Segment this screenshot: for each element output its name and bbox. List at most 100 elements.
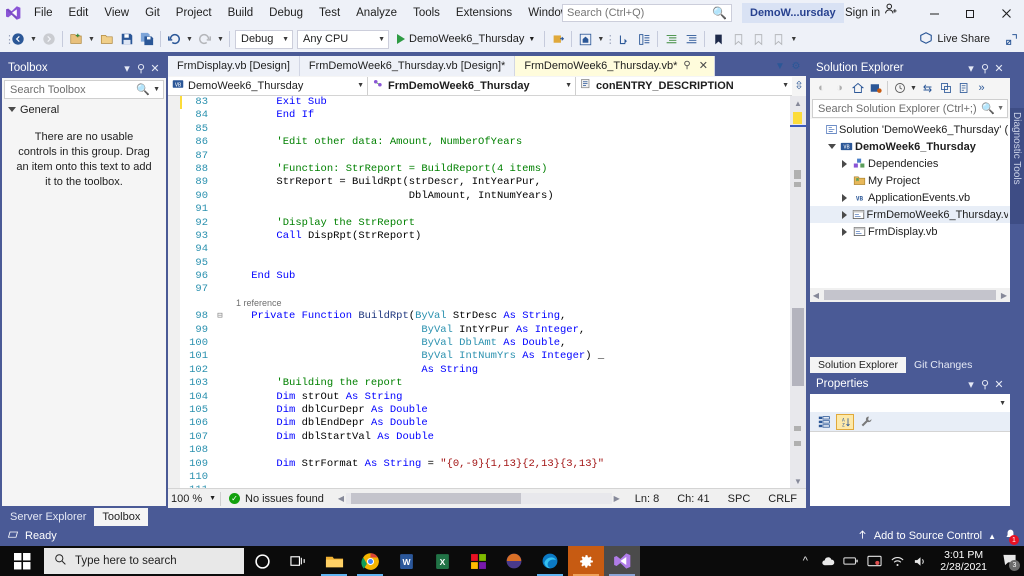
tree-item[interactable]: My Project: [810, 172, 1010, 189]
triangle-right-icon[interactable]: [838, 193, 851, 202]
close-icon[interactable]: ✕: [697, 56, 710, 76]
alphabetical-icon[interactable]: AZ: [836, 413, 854, 430]
solution-horizontal-scrollbar[interactable]: ◀ ▶: [810, 288, 1010, 302]
forward-icon[interactable]: ◑: [831, 80, 848, 97]
taskbar-chrome-icon[interactable]: [352, 546, 388, 576]
code-line[interactable]: 92 'Display the StrReport: [168, 217, 604, 230]
solution-explorer-search-input[interactable]: Search Solution Explorer (Ctrl+;) 🔍 ▼: [812, 99, 1008, 118]
dock-tab-solution-explorer[interactable]: Solution Explorer: [810, 357, 906, 373]
pending-changes-icon[interactable]: [867, 80, 884, 97]
code-line[interactable]: 93 Call DispRpt(StrReport): [168, 230, 604, 243]
code-line[interactable]: 90 DblAmount, IntNumYears): [168, 190, 604, 203]
pin-icon[interactable]: ⚲: [978, 378, 992, 391]
code-line[interactable]: 83 Exit Sub: [168, 96, 604, 109]
platform-combo[interactable]: Any CPU ▼: [297, 29, 389, 49]
code-line[interactable]: 96 End Sub: [168, 270, 604, 283]
scroll-left-icon[interactable]: ◀: [810, 291, 822, 300]
dock-tab-server-explorer[interactable]: Server Explorer: [2, 508, 95, 526]
home-icon[interactable]: [575, 28, 595, 50]
new-project-caret-icon[interactable]: ▼: [86, 28, 97, 50]
pin-icon[interactable]: ⚲: [683, 56, 690, 76]
window-controls[interactable]: [916, 0, 1024, 26]
code-line[interactable]: 88 'Function: StrReport = BuildReport(4 …: [168, 163, 604, 176]
save-icon[interactable]: [117, 28, 137, 50]
properties-grid[interactable]: [810, 432, 1010, 506]
chevron-down-icon[interactable]: ▼: [909, 85, 918, 92]
toolbar-grip[interactable]: ⋮⋮: [0, 26, 15, 52]
tree-item[interactable]: FrmDemoWeek6_Thursday.vb: [810, 206, 1010, 223]
navbar-member-combo[interactable]: conENTRY_DESCRIPTION ▼: [576, 76, 792, 95]
sync-icon[interactable]: ⇆: [919, 80, 936, 97]
properties-icon[interactable]: [955, 80, 972, 97]
menu-view[interactable]: View: [96, 0, 137, 26]
add-to-source-control-label[interactable]: Add to Source Control: [874, 530, 982, 542]
gear-icon[interactable]: ⚙: [789, 61, 803, 72]
chevron-up-icon[interactable]: ^: [794, 546, 816, 576]
taskbar-cortana-icon[interactable]: [244, 546, 280, 576]
close-icon[interactable]: ✕: [148, 62, 162, 75]
clear-bookmark-icon[interactable]: [768, 28, 788, 50]
wifi-icon[interactable]: [886, 546, 908, 576]
categorized-icon[interactable]: [815, 414, 833, 430]
chevron-down-icon[interactable]: ▾: [964, 378, 978, 391]
toolbar-overflow-icon[interactable]: ▼: [788, 28, 799, 50]
code-line[interactable]: 101 ByVal IntNumYrs As Integer) _: [168, 350, 604, 363]
main-menu[interactable]: File Edit View Git Project Build Debug T…: [26, 0, 617, 26]
new-project-icon[interactable]: [66, 28, 86, 50]
code-line[interactable]: 104 Dim strOut As String: [168, 391, 604, 404]
menu-analyze[interactable]: Analyze: [348, 0, 405, 26]
float-window-icon[interactable]: [1002, 30, 1020, 48]
tab-list-icon[interactable]: ▼: [773, 61, 787, 72]
redo-caret-icon[interactable]: ▼: [215, 28, 226, 50]
menu-tools[interactable]: Tools: [405, 0, 448, 26]
outdent-icon[interactable]: [681, 28, 701, 50]
triangle-right-icon[interactable]: [838, 159, 851, 168]
chevron-down-icon[interactable]: ▼: [150, 86, 160, 93]
triangle-right-icon[interactable]: [838, 210, 850, 219]
properties-wrench-icon[interactable]: [857, 414, 875, 430]
taskbar-file-explorer-icon[interactable]: [316, 546, 352, 576]
scroll-right-icon[interactable]: ▶: [612, 494, 622, 503]
taskbar-settings-icon[interactable]: [568, 546, 604, 576]
taskbar-edge-icon[interactable]: [532, 546, 568, 576]
code-line[interactable]: 100 ByVal DblAmt As Double,: [168, 337, 604, 350]
action-center-button[interactable]: 3: [996, 546, 1022, 576]
editor-horizontal-scrollbar[interactable]: ◀ ▶: [332, 492, 626, 506]
taskbar-firefox-icon[interactable]: [496, 546, 532, 576]
configuration-combo[interactable]: Debug ▼: [235, 29, 293, 49]
taskbar-excel-icon[interactable]: X: [424, 546, 460, 576]
step-into-icon[interactable]: [614, 28, 634, 50]
code-line[interactable]: 99 ByVal IntYrPur As Integer,: [168, 324, 604, 337]
chevron-up-icon[interactable]: ▲: [988, 532, 996, 541]
screenshot-icon[interactable]: [863, 546, 885, 576]
taskbar-search-box[interactable]: Type here to search: [44, 548, 244, 574]
toolbox-dock-tabs[interactable]: Server Explorer Toolbox: [2, 508, 166, 526]
live-share-button[interactable]: Live Share: [915, 28, 994, 50]
attach-to-process-icon[interactable]: [548, 28, 568, 50]
editor-vertical-scrollbar[interactable]: ▲ ▼: [790, 96, 806, 488]
onedrive-icon[interactable]: [817, 546, 839, 576]
solution-tree[interactable]: Solution 'DemoWeek6_Thursday' (1 of VB Dem…: [810, 119, 1010, 288]
home-icon[interactable]: [849, 80, 866, 97]
collapse-all-icon[interactable]: [937, 80, 954, 97]
navigate-forward-icon[interactable]: [39, 28, 59, 50]
navigate-back-icon[interactable]: [8, 28, 28, 50]
hscroll-thumb[interactable]: [351, 493, 522, 504]
solution-dock-tabs[interactable]: Solution Explorer Git Changes: [810, 357, 1010, 373]
quick-search-box[interactable]: 🔍: [562, 4, 732, 22]
taskbar-clock[interactable]: 3:01 PM 2/28/2021: [932, 549, 995, 573]
scroll-right-icon[interactable]: ▶: [998, 291, 1010, 300]
toolbox-group-general[interactable]: General: [2, 101, 166, 118]
code-line[interactable]: 108: [168, 444, 604, 457]
code-line[interactable]: 98 ⊟ Private Function BuildRpt(ByVal StrD…: [168, 310, 604, 323]
menu-build[interactable]: Build: [220, 0, 262, 26]
solution-name-chip[interactable]: DemoW...ursday: [742, 3, 844, 23]
back-icon[interactable]: ◐: [813, 80, 830, 97]
toolbox-search-input[interactable]: Search Toolbox 🔍 ▼: [4, 80, 164, 99]
code-line[interactable]: 102 As String: [168, 364, 604, 377]
properties-object-combo[interactable]: ▼: [810, 394, 1010, 412]
triangle-right-icon[interactable]: [838, 227, 851, 236]
undo-icon[interactable]: [164, 28, 184, 50]
code-line[interactable]: 87: [168, 150, 604, 163]
scroll-down-icon[interactable]: ▼: [790, 474, 806, 488]
